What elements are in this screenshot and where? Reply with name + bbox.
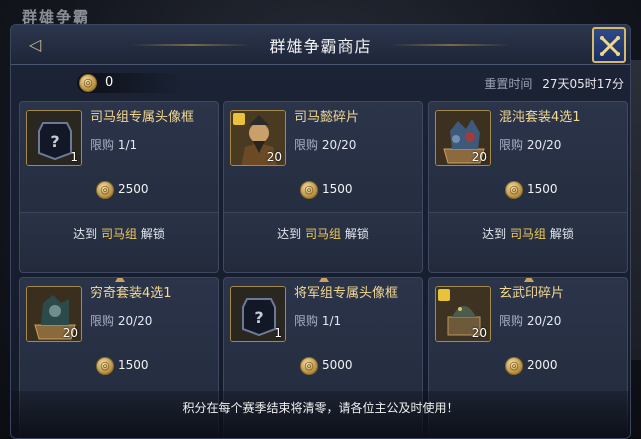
unlock-prefix: 达到 (482, 227, 507, 241)
background-decoration (631, 60, 641, 360)
shop-dialog: ◁ 群雄争霸商店 0 重置时间 27天05时17分 ? (10, 24, 631, 439)
coin-icon (96, 357, 114, 375)
hero-fragment-icon: 20 (230, 110, 286, 166)
item-count: 20 (266, 150, 282, 164)
item-price: 2500 (20, 178, 218, 202)
info-bar: 0 重置时间 27天05时17分 (11, 65, 630, 99)
close-button[interactable] (592, 27, 626, 63)
limit-value: 20/20 (117, 314, 153, 328)
reset-time: 27天05时17分 (542, 77, 624, 91)
reset-label: 重置时间 (484, 77, 533, 91)
unlock-requirement: 达到 司马组 解锁 (429, 212, 627, 272)
item-limit: 限购 20/20 (90, 312, 152, 329)
item-name: 司马懿碎片 (294, 110, 360, 125)
item-price: 2000 (429, 354, 627, 378)
unlock-group: 司马组 (304, 227, 341, 241)
footer-notice: 积分在每个赛季结束将清零，请各位主公及时使用！ (11, 391, 630, 438)
item-price: 1500 (20, 354, 218, 378)
coin-icon (96, 181, 114, 199)
close-icon (600, 36, 620, 56)
dialog-title-bar: ◁ 群雄争霸商店 (11, 25, 630, 65)
price-value: 1500 (322, 182, 353, 196)
svg-text:?: ? (254, 308, 263, 327)
fragment-badge-icon (438, 289, 450, 301)
item-price: 1500 (429, 178, 627, 202)
limit-label: 限购 (90, 314, 115, 328)
unlock-requirement: 达到 司马组 解锁 (20, 212, 218, 272)
limit-value: 20/20 (526, 314, 562, 328)
currency-balance: 0 (77, 73, 187, 93)
coin-icon (505, 357, 523, 375)
item-name: 穷奇套装4选1 (90, 286, 172, 301)
avatar-frame-icon: ? 1 (230, 286, 286, 342)
reset-timer: 重置时间 27天05时17分 (484, 75, 624, 92)
item-name: 混沌套装4选1 (499, 110, 581, 125)
item-count: 20 (62, 326, 78, 340)
fragment-badge-icon (233, 113, 245, 125)
limit-value: 20/20 (526, 138, 562, 152)
limit-value: 1/1 (321, 314, 342, 328)
limit-label: 限购 (294, 314, 319, 328)
price-value: 1500 (118, 358, 149, 372)
equipment-chest-icon: 20 (435, 110, 491, 166)
item-limit: 限购 20/20 (294, 136, 356, 153)
item-count: 1 (70, 150, 78, 164)
item-limit: 限购 1/1 (294, 312, 341, 329)
unlock-suffix: 解锁 (140, 227, 165, 241)
shop-item-card[interactable]: 20 司马懿碎片 限购 20/20 1500 达到 司马组 解锁 (223, 101, 423, 273)
price-value: 1500 (527, 182, 558, 196)
equipment-chest-icon: 20 (26, 286, 82, 342)
limit-value: 1/1 (117, 138, 138, 152)
price-value: 2500 (118, 182, 149, 196)
item-limit: 限购 20/20 (499, 312, 561, 329)
limit-label: 限购 (294, 138, 319, 152)
item-name: 将军组专属头像框 (294, 286, 399, 301)
avatar-frame-icon: ? 1 (26, 110, 82, 166)
coin-icon (300, 181, 318, 199)
unlock-prefix: 达到 (277, 227, 302, 241)
coin-icon (300, 357, 318, 375)
price-value: 2000 (527, 358, 558, 372)
item-count: 20 (471, 150, 487, 164)
limit-label: 限购 (499, 138, 524, 152)
item-name: 司马组专属头像框 (90, 110, 195, 125)
shop-item-card[interactable]: ? 1 司马组专属头像框 限购 1/1 2500 达到 司马组 解锁 (19, 101, 219, 273)
unlock-suffix: 解锁 (549, 227, 574, 241)
limit-label: 限购 (499, 314, 524, 328)
item-name: 玄武印碎片 (499, 286, 565, 301)
coin-icon (79, 74, 97, 92)
item-limit: 限购 20/20 (499, 136, 561, 153)
dialog-title: 群雄争霸商店 (269, 37, 372, 56)
unlock-requirement: 达到 司马组 解锁 (224, 212, 422, 272)
item-count: 20 (471, 326, 487, 340)
limit-label: 限购 (90, 138, 115, 152)
item-limit: 限购 1/1 (90, 136, 137, 153)
svg-text:?: ? (50, 132, 59, 151)
currency-amount: 0 (105, 75, 114, 90)
unlock-group: 司马组 (509, 227, 546, 241)
title-ornament-right (390, 44, 510, 46)
item-price: 1500 (224, 178, 422, 202)
limit-value: 20/20 (321, 138, 357, 152)
item-count: 1 (274, 326, 282, 340)
item-price: 5000 (224, 354, 422, 378)
unlock-suffix: 解锁 (344, 227, 369, 241)
seal-fragment-icon: 20 (435, 286, 491, 342)
unlock-group: 司马组 (100, 227, 137, 241)
unlock-prefix: 达到 (73, 227, 98, 241)
price-value: 5000 (322, 358, 353, 372)
shop-item-card[interactable]: 20 混沌套装4选1 限购 20/20 1500 达到 司马组 解锁 (428, 101, 628, 273)
coin-icon (505, 181, 523, 199)
